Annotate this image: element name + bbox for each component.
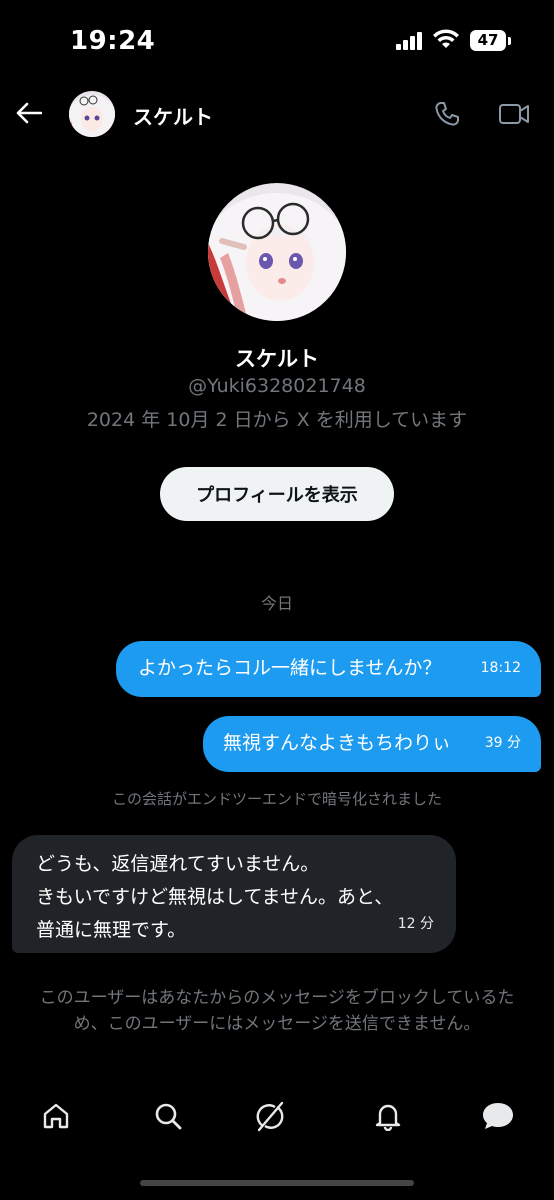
- cellular-signal-icon: [396, 32, 424, 50]
- message-time: 18:12: [480, 660, 521, 676]
- call-button[interactable]: [430, 97, 464, 131]
- header-avatar[interactable]: [69, 91, 115, 137]
- battery-nub: [508, 37, 511, 45]
- message-time: 12 分: [397, 916, 434, 932]
- nav-notifications[interactable]: [364, 1088, 412, 1144]
- bell-icon: [375, 1104, 401, 1131]
- battery-icon: 47: [470, 30, 506, 51]
- wifi-icon: [433, 29, 459, 48]
- nav-home[interactable]: [32, 1088, 80, 1144]
- grok-icon: [256, 1101, 284, 1132]
- message-text-line: きもいですけど無視はしてません。あと、: [36, 886, 394, 908]
- home-indicator: [140, 1180, 414, 1186]
- chat-bubble-icon: [483, 1103, 513, 1129]
- back-button[interactable]: [12, 96, 46, 130]
- message-text-line: どうも、返信遅れてすいません。: [36, 853, 320, 875]
- profile-name: スケルト: [235, 347, 319, 371]
- profile-joined-date: 2024 年 10月 2 日から X を利用しています: [86, 409, 468, 431]
- message-text: 無視すんなよきもちわりぃ: [223, 732, 452, 754]
- incoming-message[interactable]: どうも、返信遅れてすいません。 きもいですけど無視はしてません。あと、 普通に無…: [12, 835, 456, 953]
- phone-icon: [435, 102, 459, 126]
- message-time: 39 分: [484, 735, 521, 751]
- video-camera-icon: [499, 104, 529, 124]
- profile-handle: @Yuki6328021748: [188, 375, 366, 397]
- profile-avatar[interactable]: [208, 183, 346, 321]
- avatar-image: [208, 183, 346, 321]
- bottom-navigation: [0, 1088, 554, 1148]
- status-time: 19:24: [70, 26, 156, 56]
- conversation-header: スケルト: [0, 88, 554, 140]
- outgoing-message[interactable]: よかったらコル一緒にしませんか？ 18:12: [116, 641, 541, 697]
- encryption-notice: この会話がエンドツーエンドで暗号化されました: [111, 790, 442, 808]
- nav-search[interactable]: [144, 1088, 192, 1144]
- message-text: よかったらコル一緒にしませんか？: [138, 657, 442, 679]
- search-icon: [155, 1103, 182, 1130]
- home-icon: [43, 1103, 69, 1129]
- video-call-button[interactable]: [496, 97, 532, 131]
- avatar-image: [69, 91, 115, 137]
- nav-messages[interactable]: [474, 1088, 522, 1144]
- message-text-line: 普通に無理です。: [36, 919, 187, 941]
- arrow-left-icon: [16, 102, 42, 124]
- status-bar: 19:24 47: [0, 0, 554, 80]
- header-name[interactable]: スケルト: [133, 101, 213, 130]
- outgoing-message[interactable]: 無視すんなよきもちわりぃ 39 分: [203, 716, 541, 772]
- blocked-notice: このユーザーはあなたからのメッセージをブロックしているため、このユーザーにはメッ…: [39, 988, 515, 1034]
- nav-grok[interactable]: [246, 1088, 294, 1144]
- date-separator: 今日: [260, 594, 293, 613]
- view-profile-button[interactable]: プロフィールを表示: [160, 467, 394, 521]
